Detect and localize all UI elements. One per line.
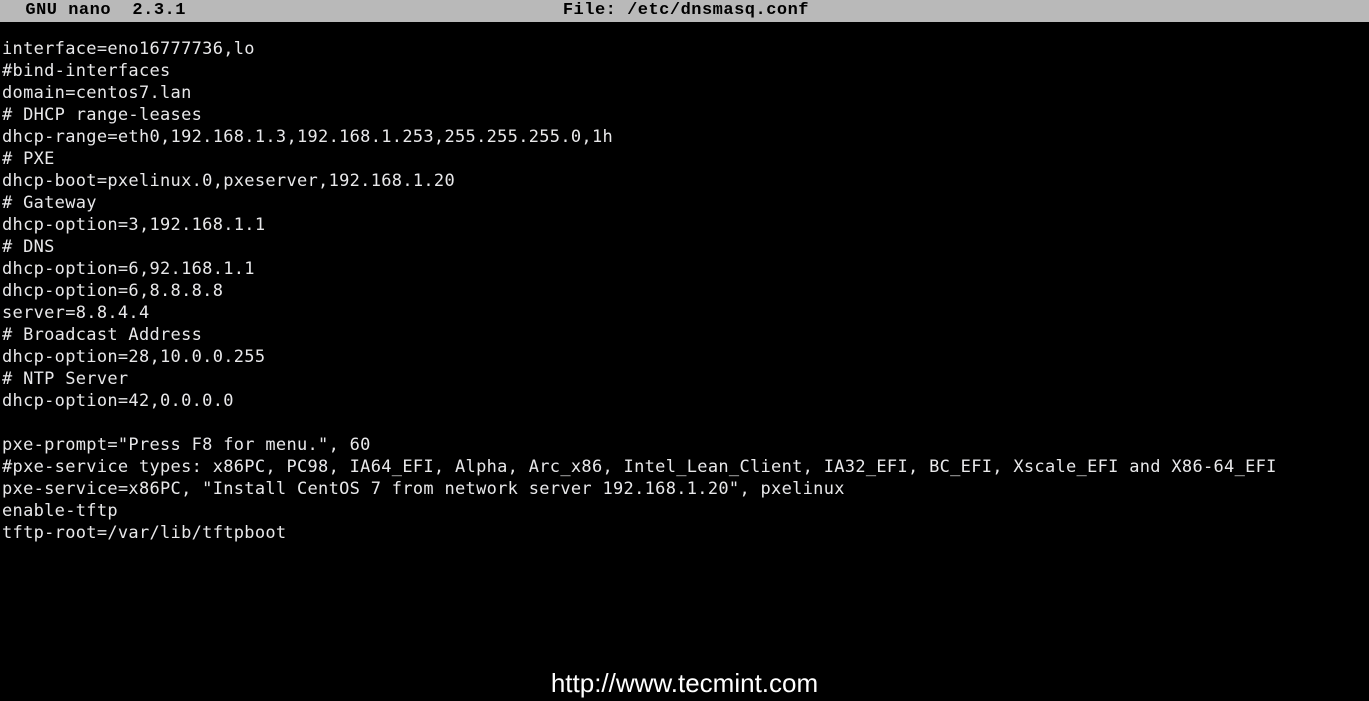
editor-file-label: File: /etc/dnsmasq.conf: [563, 0, 809, 22]
editor-app-label: GNU nano 2.3.1: [4, 0, 186, 22]
config-line: dhcp-option=6,92.168.1.1: [2, 258, 1369, 280]
config-line: # NTP Server: [2, 368, 1369, 390]
config-line: #bind-interfaces: [2, 60, 1369, 82]
config-line: # DNS: [2, 236, 1369, 258]
watermark-text: http://www.tecmint.com: [0, 668, 1369, 699]
config-line: dhcp-option=28,10.0.0.255: [2, 346, 1369, 368]
config-line: enable-tftp: [2, 500, 1369, 522]
config-line: tftp-root=/var/lib/tftpboot: [2, 522, 1369, 544]
config-line: # PXE: [2, 148, 1369, 170]
config-line: #pxe-service types: x86PC, PC98, IA64_EF…: [2, 456, 1369, 478]
config-line: interface=eno16777736,lo: [2, 38, 1369, 60]
config-line: dhcp-option=6,8.8.8.8: [2, 280, 1369, 302]
config-line: # DHCP range-leases: [2, 104, 1369, 126]
editor-content[interactable]: interface=eno16777736,lo#bind-interfaces…: [0, 22, 1369, 544]
config-line: pxe-prompt="Press F8 for menu.", 60: [2, 434, 1369, 456]
title-spacer: [186, 0, 563, 22]
config-line: [2, 412, 1369, 434]
config-line: # Gateway: [2, 192, 1369, 214]
config-line: pxe-service=x86PC, "Install CentOS 7 fro…: [2, 478, 1369, 500]
config-line: dhcp-option=42,0.0.0.0: [2, 390, 1369, 412]
config-line: domain=centos7.lan: [2, 82, 1369, 104]
config-line: dhcp-range=eth0,192.168.1.3,192.168.1.25…: [2, 126, 1369, 148]
config-line: # Broadcast Address: [2, 324, 1369, 346]
config-line: dhcp-option=3,192.168.1.1: [2, 214, 1369, 236]
editor-title-bar: GNU nano 2.3.1 File: /etc/dnsmasq.conf: [0, 0, 1369, 22]
config-line: dhcp-boot=pxelinux.0,pxeserver,192.168.1…: [2, 170, 1369, 192]
config-line: server=8.8.4.4: [2, 302, 1369, 324]
